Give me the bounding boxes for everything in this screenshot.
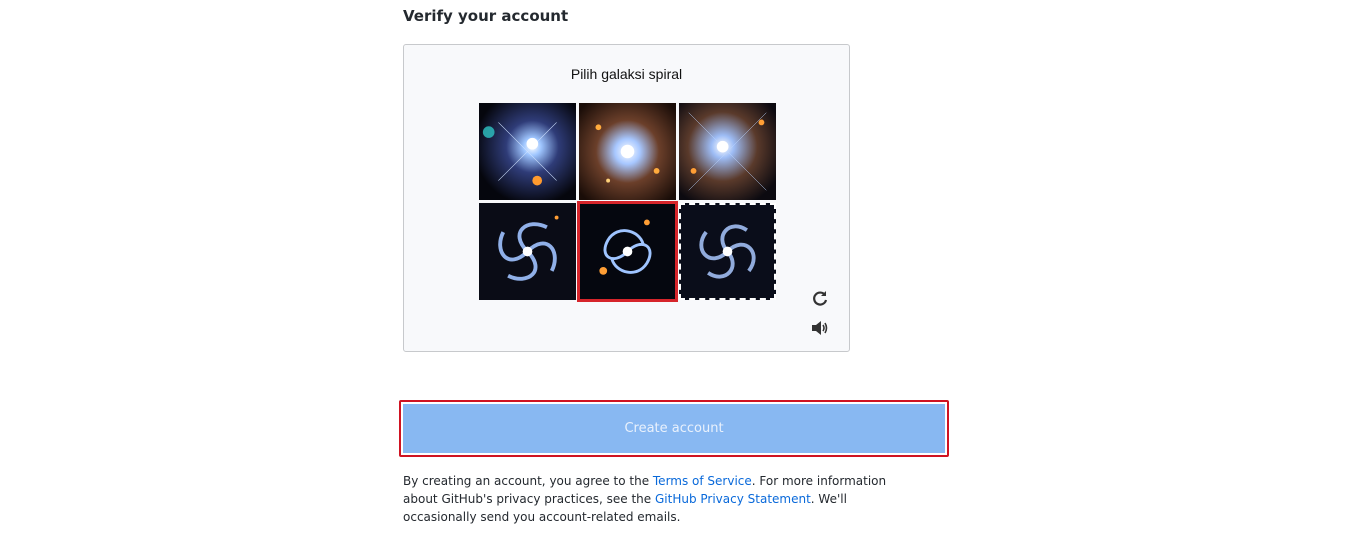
- refresh-icon[interactable]: [810, 288, 830, 308]
- captcha-tile-3[interactable]: [679, 103, 776, 200]
- captcha-tile-5[interactable]: [577, 201, 678, 302]
- galaxy-image: [679, 103, 776, 200]
- captcha-tile-1[interactable]: [479, 103, 576, 200]
- verify-title: Verify your account: [403, 7, 569, 25]
- create-account-button[interactable]: Create account: [403, 404, 945, 453]
- create-account-wrapper: Create account: [399, 400, 949, 457]
- captcha-grid: [479, 103, 777, 303]
- legal-text-part: By creating an account, you agree to the: [403, 474, 653, 488]
- terms-of-service-link[interactable]: Terms of Service: [653, 474, 752, 488]
- audio-icon[interactable]: [810, 318, 830, 338]
- galaxy-image: [479, 103, 576, 200]
- galaxy-image: [479, 203, 576, 300]
- legal-text: By creating an account, you agree to the…: [403, 472, 923, 526]
- galaxy-image: [579, 103, 676, 200]
- captcha-panel: Pilih galaksi spiral: [403, 44, 850, 352]
- captcha-tile-6[interactable]: [679, 203, 776, 300]
- galaxy-image: [679, 203, 776, 300]
- galaxy-image: [579, 203, 676, 300]
- captcha-prompt: Pilih galaksi spiral: [570, 66, 683, 82]
- privacy-statement-link[interactable]: GitHub Privacy Statement: [655, 492, 811, 506]
- captcha-tile-4[interactable]: [479, 203, 576, 300]
- captcha-tile-2[interactable]: [579, 103, 676, 200]
